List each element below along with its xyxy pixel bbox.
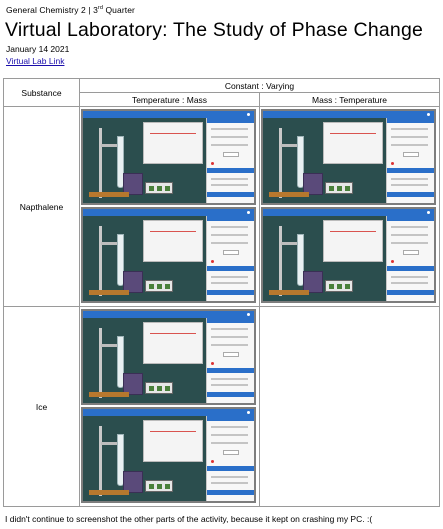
lab-screenshot (261, 207, 436, 303)
course-suffix: Quarter (103, 5, 135, 15)
substance-ice: Ice (3, 306, 80, 507)
constant-varying-header: Constant : Varying (79, 78, 440, 93)
lab-screenshot (81, 407, 256, 503)
napthalene-mass-temp-cell (259, 106, 440, 307)
results-table: Substance Constant : Varying Temperature… (3, 78, 440, 507)
napthalene-temp-mass-cell (79, 106, 260, 307)
footnote: I didn't continue to screenshot the othe… (5, 514, 373, 524)
document-title: Virtual Laboratory: The Study of Phase C… (5, 19, 424, 41)
temperature-mass-header: Temperature : Mass (79, 92, 260, 107)
ice-mass-temp-cell (259, 306, 440, 507)
course-header: General Chemistry 2 | 3rd Quarter (6, 5, 135, 15)
course-label: General Chemistry 2 | 3 (6, 5, 98, 15)
lab-screenshot (81, 207, 256, 303)
lab-screenshot (81, 309, 256, 405)
substance-header: Substance (3, 78, 80, 107)
ice-temp-mass-cell (79, 306, 260, 507)
virtual-lab-link[interactable]: Virtual Lab Link (6, 56, 64, 66)
document-date: January 14 2021 (6, 44, 70, 54)
substance-napthalene: Napthalene (3, 106, 80, 307)
lab-screenshot (261, 109, 436, 205)
mass-temperature-header: Mass : Temperature (259, 92, 440, 107)
lab-screenshot (81, 109, 256, 205)
